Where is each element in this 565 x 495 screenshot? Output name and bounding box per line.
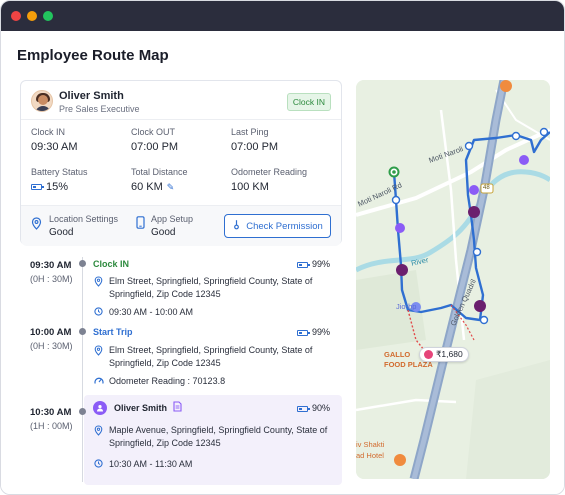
note-icon[interactable]: [173, 401, 182, 415]
close-dot[interactable]: [11, 11, 21, 21]
stat-label: Clock IN: [31, 127, 66, 137]
map-label: GALLO: [384, 350, 411, 359]
entry-address: Elm Street, Springfield, Springfield Cou…: [109, 345, 313, 369]
entry-duration: (0H : 30M): [30, 341, 73, 351]
app-setup-value: Good: [151, 227, 176, 238]
user-icon: [93, 401, 107, 415]
stat-value: 09:30 AM: [31, 141, 78, 153]
stat-label: Odometer Reading: [231, 167, 308, 177]
activity-timeline: 09:30 AM (0H : 30M) Clock IN 99% Elm Str…: [20, 251, 342, 486]
stat-value: 07:00 PM: [231, 141, 279, 153]
stat-label: Battery Status: [31, 167, 88, 177]
stat-label: Clock OUT: [131, 127, 176, 137]
battery-icon: [31, 184, 44, 191]
window-titlebar: [1, 1, 564, 31]
check-permission-button[interactable]: Check Permission: [224, 214, 331, 238]
settings-row: Location Settings Good App Setup Good Ch…: [21, 205, 341, 246]
highway-number: 48: [483, 185, 490, 191]
entry-detail: Odometer Reading : 70123.8: [109, 376, 226, 386]
entry-event: Clock IN: [93, 259, 130, 269]
entry-duration: (0H : 30M): [30, 274, 73, 284]
card-divider: [21, 119, 341, 120]
entry-battery: 99%: [296, 327, 330, 337]
page-title: Employee Route Map: [17, 47, 169, 64]
map-label: Jio-bp: [396, 302, 417, 311]
entry-time: 10:30 AM: [30, 407, 72, 418]
stat-value: 100 KM: [231, 181, 269, 193]
entry-time: 09:30 AM: [30, 260, 72, 271]
maximize-dot[interactable]: [43, 11, 53, 21]
timeline-line: [82, 257, 83, 482]
status-badge: Clock IN: [286, 93, 331, 111]
stat-label: Last Ping: [231, 127, 269, 137]
hotel-icon: [424, 350, 433, 359]
distance-value: 60 KM ✎: [131, 181, 175, 193]
entry-battery: 99%: [296, 259, 330, 269]
minimize-dot[interactable]: [27, 11, 37, 21]
stat-label: Total Distance: [131, 167, 188, 177]
stat-value: 07:00 PM: [131, 141, 179, 153]
map-label: ad Hotel: [356, 451, 384, 460]
phone-icon: [136, 216, 145, 232]
location-settings-label: Location Settings: [49, 214, 119, 224]
timeline-dot: [79, 408, 86, 415]
location-pin-icon: [31, 217, 42, 233]
clock-icon: [94, 307, 103, 318]
entry-battery: 90%: [296, 403, 330, 413]
location-pin-icon: [94, 425, 103, 438]
employee-card: Oliver Smith Pre Sales Executive Clock I…: [20, 80, 342, 246]
entry-address: Elm Street, Springfield, Springfield Cou…: [109, 276, 313, 300]
clock-icon: [94, 459, 103, 470]
battery-value: 15%: [31, 181, 68, 193]
entry-event: Start Trip: [93, 327, 133, 337]
employee-name: Oliver Smith: [59, 90, 124, 102]
price-tag[interactable]: ₹1,680: [419, 347, 469, 362]
edit-icon[interactable]: ✎: [167, 182, 175, 193]
app-window: Employee Route Map Oliver Smith Pre Sale…: [0, 0, 565, 495]
location-settings-value: Good: [49, 227, 74, 238]
odometer-icon: [94, 376, 104, 387]
map-canvas[interactable]: [356, 80, 550, 479]
employee-role: Pre Sales Executive: [59, 104, 140, 114]
bell-icon: [232, 219, 241, 233]
timeline-dot: [79, 328, 86, 335]
entry-address: Maple Avenue, Springfield, Springfield C…: [109, 425, 328, 449]
battery-icon: [296, 405, 310, 412]
battery-icon: [296, 261, 310, 268]
entry-detail: 09:30 AM - 10:00 AM: [109, 307, 194, 317]
entry-duration: (1H : 00M): [30, 421, 73, 431]
battery-icon: [296, 329, 310, 336]
map-label: iv Shakti: [356, 440, 385, 449]
avatar[interactable]: [31, 90, 53, 112]
entry-detail: 10:30 AM - 11:30 AM: [109, 459, 193, 469]
entry-event: Oliver Smith: [114, 403, 168, 413]
route-map[interactable]: Moti Naroli Moti Naroli Rd River Golden …: [356, 80, 550, 479]
timeline-dot: [79, 260, 86, 267]
entry-time: 10:00 AM: [30, 327, 72, 338]
location-pin-icon: [94, 345, 103, 358]
app-setup-label: App Setup: [151, 214, 194, 224]
location-pin-icon: [94, 276, 103, 289]
